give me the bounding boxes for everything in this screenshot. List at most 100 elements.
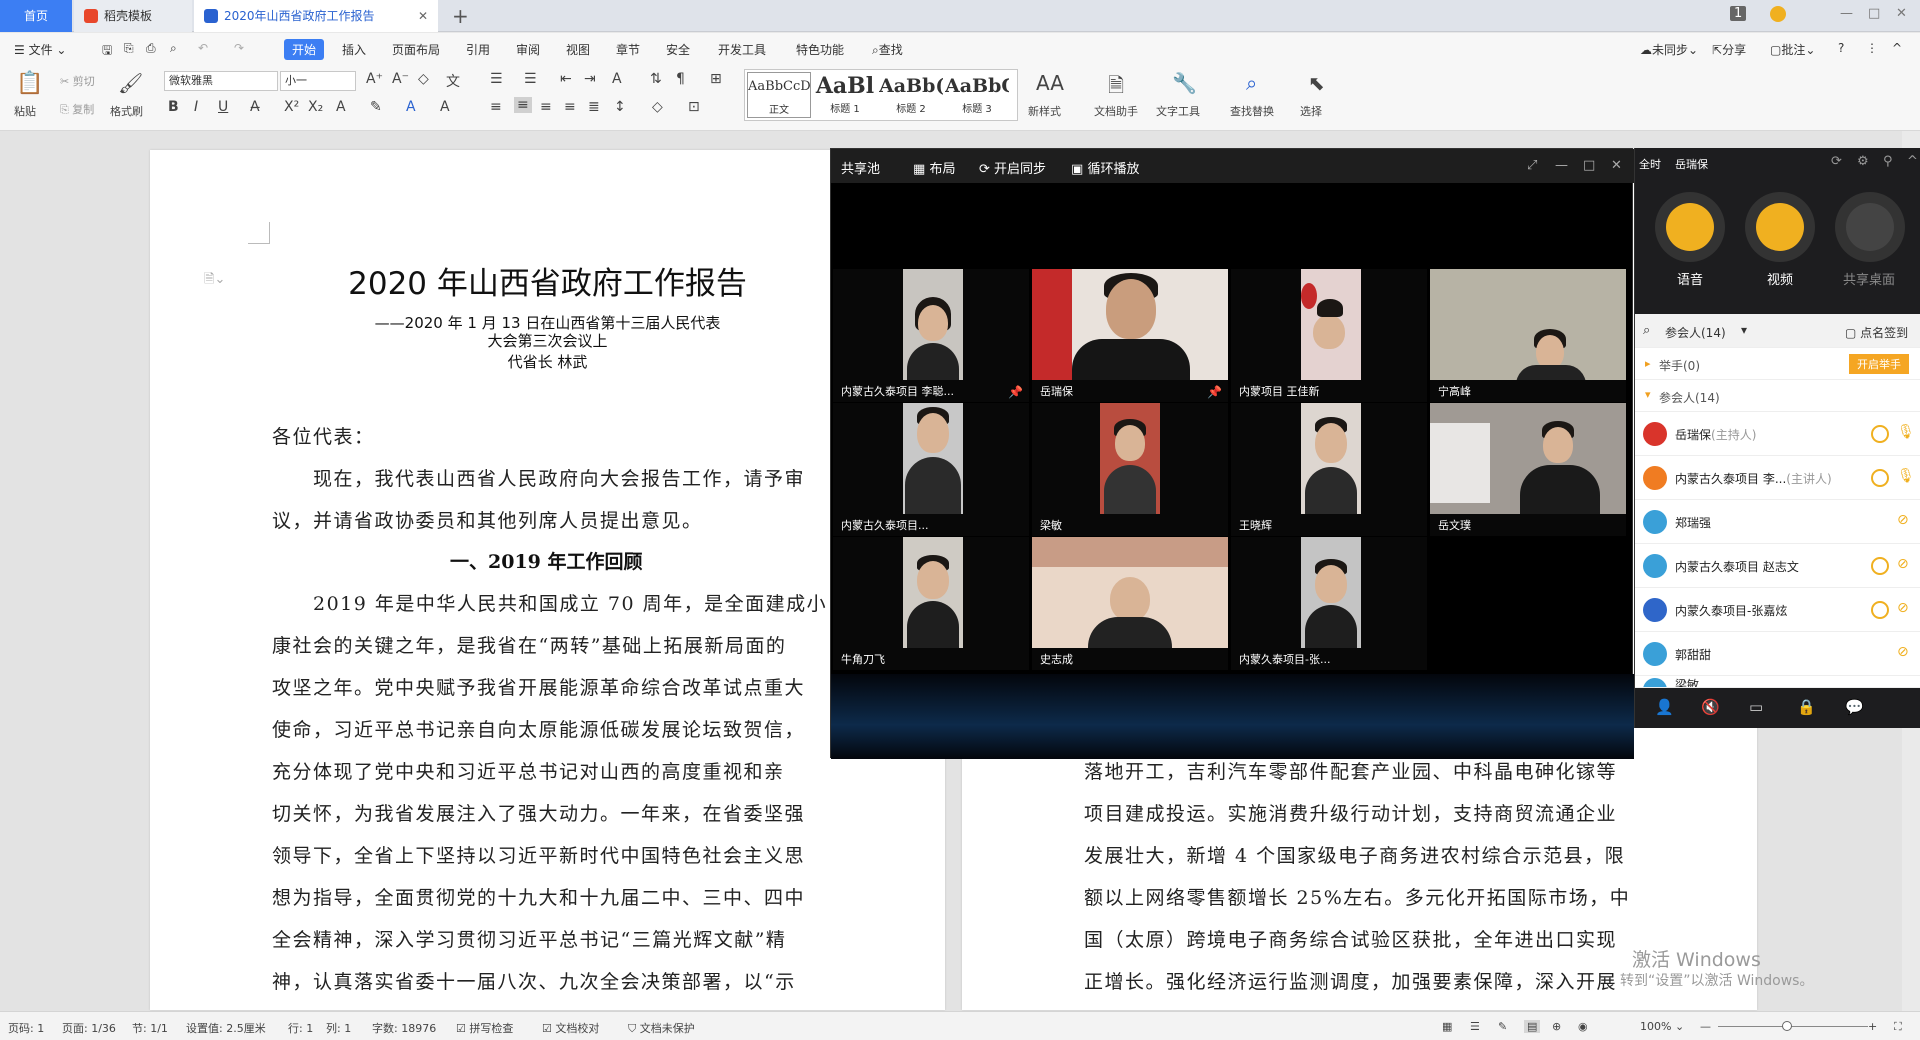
underline-icon[interactable]: U: [218, 99, 228, 115]
shading-icon[interactable]: ◇: [652, 99, 663, 115]
mic-muted-icon[interactable]: ⊘: [1897, 512, 1909, 528]
sync-status[interactable]: ☁未同步⌄: [1640, 41, 1698, 58]
font-color-icon[interactable]: A: [406, 99, 416, 115]
video-button[interactable]: [1745, 192, 1815, 262]
pin-icon[interactable]: 📌: [1207, 385, 1222, 399]
decrease-indent-icon[interactable]: ⇤: [560, 71, 572, 87]
mic-icon[interactable]: 🎙: [1897, 468, 1915, 484]
menu-security[interactable]: 安全: [666, 41, 690, 58]
new-tab-icon[interactable]: +: [452, 4, 469, 28]
menu-start[interactable]: 开始: [284, 39, 325, 60]
mic-icon[interactable]: 🎙: [1897, 424, 1915, 440]
superscript-icon[interactable]: X²: [284, 99, 299, 115]
zoom-slider[interactable]: [1718, 1026, 1868, 1027]
participant-row[interactable]: 梁敏: [1635, 676, 1920, 688]
share-pool-label[interactable]: 共享池: [841, 158, 880, 177]
video-tile[interactable]: 宁高峰: [1430, 269, 1626, 402]
print-icon[interactable]: ⎙: [146, 41, 156, 56]
voice-button[interactable]: [1655, 192, 1725, 262]
doc-helper-icon[interactable]: 🗎: [1108, 71, 1124, 105]
invite-user-icon[interactable]: 👤: [1655, 698, 1674, 716]
menu-insert[interactable]: 插入: [342, 41, 366, 58]
checkin-button[interactable]: ▢ 点名签到: [1845, 324, 1908, 341]
view-web-icon[interactable]: ⊕: [1552, 1020, 1561, 1033]
participant-row[interactable]: 岳瑞保(主持人) 🎙: [1635, 412, 1920, 456]
refresh-icon[interactable]: ⟳: [1831, 154, 1842, 169]
select-cursor-icon[interactable]: ⬉: [1308, 71, 1325, 95]
minimize-icon[interactable]: —: [1840, 6, 1853, 21]
zoom-in-icon[interactable]: +: [1868, 1020, 1877, 1033]
page-count[interactable]: 页面: 1/36: [62, 1020, 116, 1036]
video-tile[interactable]: 内蒙古久泰项目...: [833, 403, 1029, 536]
menu-dev-tools[interactable]: 开发工具: [718, 41, 766, 58]
mic-muted-icon[interactable]: ⊘: [1897, 556, 1909, 572]
spell-check-button[interactable]: ☑ 拼写检查: [456, 1020, 513, 1036]
word-count[interactable]: 字数: 18976: [372, 1020, 436, 1036]
copy-button[interactable]: ⎘ 复制: [60, 101, 94, 117]
meeting-close-icon[interactable]: ✕: [1611, 158, 1622, 173]
align-right-icon[interactable]: ≡: [540, 99, 552, 115]
protect-status[interactable]: ⛉ 文档未保护: [628, 1020, 695, 1036]
italic-icon[interactable]: I: [194, 99, 198, 115]
show-marks-icon[interactable]: ¶: [676, 71, 685, 87]
setting-value[interactable]: 设置值: 2.5厘米: [186, 1020, 266, 1036]
subscript-icon[interactable]: X₂: [308, 99, 323, 115]
loop-play-button[interactable]: ▣ 循环播放: [1071, 158, 1139, 177]
meeting-minimize-icon[interactable]: —: [1555, 158, 1568, 173]
video-status-icon[interactable]: [1871, 557, 1889, 575]
border-icon[interactable]: ⊡: [688, 99, 700, 115]
menu-reference[interactable]: 引用: [466, 41, 490, 58]
align-center-icon[interactable]: ≡: [514, 97, 532, 113]
text-tools-button[interactable]: 文字工具: [1156, 103, 1200, 119]
maximize-icon[interactable]: □: [1868, 6, 1880, 21]
fullscreen-icon[interactable]: ⛶: [1894, 1020, 1902, 1034]
select-button[interactable]: 选择: [1300, 103, 1322, 119]
redo-icon[interactable]: ↷: [234, 41, 244, 55]
video-tile[interactable]: 牛角刀飞: [833, 537, 1029, 670]
proofread-button[interactable]: ☑ 文档校对: [542, 1020, 599, 1036]
share-button[interactable]: ⇱分享: [1712, 41, 1746, 58]
format-painter-icon[interactable]: 🖌: [118, 71, 143, 95]
bullet-list-icon[interactable]: ☰: [490, 71, 503, 87]
video-tile[interactable]: 史志成: [1032, 537, 1228, 670]
video-tile[interactable]: 内蒙项目 王佳新: [1231, 269, 1427, 402]
participant-row[interactable]: 郑瑞强 ⊘: [1635, 500, 1920, 544]
undo-icon[interactable]: ↶: [198, 41, 208, 55]
numbered-list-icon[interactable]: ☰: [524, 71, 537, 87]
layout-button[interactable]: ▦ 布局: [913, 158, 955, 177]
font-size-select[interactable]: 小一: [280, 71, 356, 91]
lock-icon[interactable]: 🔒: [1797, 698, 1816, 716]
eye-protection-icon[interactable]: ◉: [1578, 1020, 1588, 1033]
text-tools-icon[interactable]: 🔧: [1172, 71, 1197, 95]
participants-search-icon[interactable]: ⌕: [1643, 323, 1650, 338]
tab-home[interactable]: 首页: [0, 0, 72, 32]
menu-special[interactable]: 特色功能: [796, 41, 844, 58]
cut-button[interactable]: ✂ 剪切: [60, 73, 95, 89]
link-icon[interactable]: ⚲: [1883, 154, 1893, 169]
video-tile[interactable]: 王晓辉: [1231, 403, 1427, 536]
enable-raise-hand-button[interactable]: 开启举手: [1849, 354, 1909, 374]
share-desktop-button[interactable]: [1835, 192, 1905, 262]
user-avatar[interactable]: [1770, 6, 1786, 22]
participant-row[interactable]: 内蒙古久泰项目 赵志文 ⊘: [1635, 544, 1920, 588]
help-icon[interactable]: ?: [1838, 41, 1844, 55]
align-left-icon[interactable]: ≡: [490, 99, 502, 115]
video-tile[interactable]: 岳文璞: [1430, 403, 1626, 536]
page-number[interactable]: 页码: 1: [8, 1020, 44, 1036]
participant-row[interactable]: 郭甜甜 ⊘: [1635, 632, 1920, 676]
view-page-icon[interactable]: ▤: [1524, 1020, 1541, 1033]
find-replace-button[interactable]: 查找替换: [1230, 103, 1274, 119]
video-tile[interactable]: 梁敏: [1032, 403, 1228, 536]
collapse-ribbon-icon[interactable]: ^: [1892, 41, 1902, 55]
raise-hand-row[interactable]: ▸ 举手(0) 开启举手: [1635, 348, 1920, 380]
style-normal[interactable]: AaBbCcDd 正文: [747, 72, 811, 118]
style-heading3[interactable]: AaBbC 标题 3: [945, 72, 1009, 118]
tab-document[interactable]: 2020年山西省政府工作报告 ✕: [194, 0, 438, 32]
distribute-icon[interactable]: ≣: [588, 99, 600, 115]
change-case-icon[interactable]: A: [612, 71, 622, 87]
mic-muted-icon[interactable]: ⊘: [1897, 600, 1909, 616]
menu-chapter[interactable]: 章节: [616, 41, 640, 58]
mic-muted-icon[interactable]: ⊘: [1897, 644, 1909, 660]
export-icon[interactable]: ⎘: [124, 41, 134, 56]
justify-icon[interactable]: ≡: [564, 99, 576, 115]
